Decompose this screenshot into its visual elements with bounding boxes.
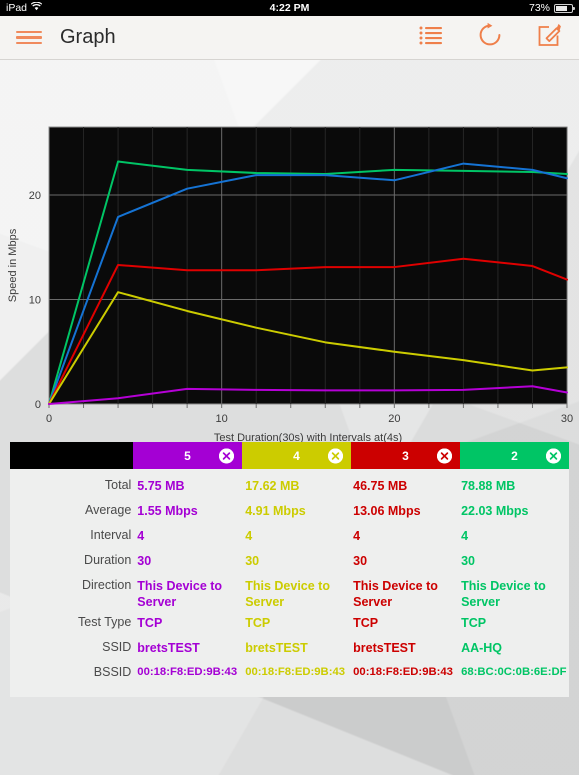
cell-total: 5.75 MB xyxy=(137,479,185,493)
cell-test-type: TCP xyxy=(137,616,163,630)
series-tab-bar: 5 4 3 2 xyxy=(10,442,569,469)
table-row: SSID bretsTEST bretsTEST bretsTEST AA-HQ xyxy=(10,639,569,664)
cell-ssid: bretsTEST xyxy=(137,641,200,655)
compose-icon[interactable] xyxy=(537,22,563,53)
row-label: Average xyxy=(84,503,132,517)
tab-bar-spacer xyxy=(10,442,133,469)
cell-duration: 30 xyxy=(461,554,475,568)
table-row: Average 1.55 Mbps 4.91 Mbps 13.06 Mbps 2… xyxy=(10,502,569,527)
status-bar-time: 4:22 PM xyxy=(269,2,310,14)
cell-average: 1.55 Mbps xyxy=(137,504,198,518)
table-row: Test Type TCP TCP TCP TCP xyxy=(10,614,569,639)
cell-interval: 4 xyxy=(461,529,469,543)
status-bar: iPad 4:22 PM 73% xyxy=(0,0,579,16)
close-circle-icon[interactable] xyxy=(219,448,234,463)
cell-direction: This Device to Server xyxy=(461,579,546,609)
series-tab-label: 5 xyxy=(184,448,191,463)
cell-direction: This Device to Server xyxy=(353,579,438,609)
cell-interval: 4 xyxy=(353,529,361,543)
table-row: BSSID 00:18:F8:ED:9B:43 00:18:F8:ED:9B:4… xyxy=(10,664,569,689)
close-circle-icon[interactable] xyxy=(328,448,343,463)
table-row: Direction This Device to Server This Dev… xyxy=(10,577,569,614)
chart-canvas: 0 10 20 30 0 10 20 Test Duration(30s) with Inte… xyxy=(7,126,573,442)
table-row: Duration 30 30 30 30 xyxy=(10,552,569,577)
navigation-bar: Graph xyxy=(0,16,579,60)
cell-test-type: TCP xyxy=(461,616,487,630)
cell-total: 46.75 MB xyxy=(353,479,408,493)
wifi-icon xyxy=(30,1,43,14)
table-row: Interval 4 4 4 4 xyxy=(10,527,569,552)
cell-direction: This Device to Server xyxy=(137,579,223,609)
y-tick-label: 10 xyxy=(29,294,41,306)
row-label: Duration xyxy=(84,553,132,567)
close-circle-icon[interactable] xyxy=(437,448,452,463)
x-tick-label: 10 xyxy=(216,413,228,425)
speed-graph: 0 10 20 30 0 10 20 Test Duration(30s) with Inte… xyxy=(0,60,579,442)
cell-bssid: 00:18:F8:ED:9B:43 xyxy=(245,666,346,678)
page-title: Graph xyxy=(60,26,116,48)
cell-duration: 30 xyxy=(353,554,368,568)
x-tick-label: 0 xyxy=(46,413,52,425)
y-tick-label: 0 xyxy=(35,399,41,411)
series-tab-label: 3 xyxy=(402,448,409,463)
cell-total: 17.62 MB xyxy=(245,479,300,493)
close-circle-icon[interactable] xyxy=(546,448,561,463)
series-tab[interactable]: 4 xyxy=(242,442,351,469)
series-tab-label: 4 xyxy=(293,448,300,463)
device-name: iPad xyxy=(6,2,28,14)
cell-test-type: TCP xyxy=(353,616,379,630)
series-tab[interactable]: 2 xyxy=(460,442,569,469)
cell-bssid: 00:18:F8:ED:9B:43 xyxy=(137,666,238,678)
hamburger-menu-icon[interactable] xyxy=(16,30,42,45)
cell-interval: 4 xyxy=(137,529,145,543)
row-label: BSSID xyxy=(93,665,132,679)
cell-test-type: TCP xyxy=(245,616,271,630)
cell-bssid: 68:BC:0C:0B:6E:DF xyxy=(461,666,567,678)
refresh-icon[interactable] xyxy=(477,22,503,53)
row-label: Total xyxy=(104,478,132,492)
cell-average: 4.91 Mbps xyxy=(245,504,306,518)
status-bar-right: 73% xyxy=(528,2,575,14)
x-tick-label: 20 xyxy=(388,413,400,425)
cell-direction: This Device to Server xyxy=(245,579,330,609)
cell-ssid: bretsTEST xyxy=(353,641,416,655)
series-tab-label: 2 xyxy=(511,448,518,463)
x-tick-label: 30 xyxy=(561,413,573,425)
cell-interval: 4 xyxy=(245,529,253,543)
y-tick-label: 20 xyxy=(29,190,41,202)
cell-average: 13.06 Mbps xyxy=(353,504,421,518)
series-tab[interactable]: 5 xyxy=(133,442,242,469)
battery-icon xyxy=(554,3,575,13)
status-bar-left: iPad xyxy=(6,1,43,14)
row-label: Interval xyxy=(90,528,132,542)
cell-total: 78.88 MB xyxy=(461,479,516,493)
row-label: SSID xyxy=(102,640,132,654)
row-label: Direction xyxy=(81,578,132,592)
cell-ssid: AA-HQ xyxy=(461,641,503,655)
navbar-actions xyxy=(419,22,563,53)
row-label: Test Type xyxy=(78,615,132,629)
x-axis-title: Test Duration(30s) with Intervals at(4s) xyxy=(214,432,402,442)
list-view-icon[interactable] xyxy=(419,25,443,50)
cell-bssid: 00:18:F8:ED:9B:43 xyxy=(353,666,453,678)
cell-duration: 30 xyxy=(245,554,260,568)
y-axis-title: Speed in Mbps xyxy=(7,228,19,302)
cell-average: 22.03 Mbps xyxy=(461,504,529,518)
cell-ssid: bretsTEST xyxy=(245,641,308,655)
cell-duration: 30 xyxy=(137,554,152,568)
battery-percent: 73% xyxy=(528,2,550,14)
series-tab[interactable]: 3 xyxy=(351,442,460,469)
test-detail-table: Total 5.75 MB 17.62 MB 46.75 MB 78.88 MB… xyxy=(10,469,569,697)
table-row: Total 5.75 MB 17.62 MB 46.75 MB 78.88 MB xyxy=(10,477,569,502)
